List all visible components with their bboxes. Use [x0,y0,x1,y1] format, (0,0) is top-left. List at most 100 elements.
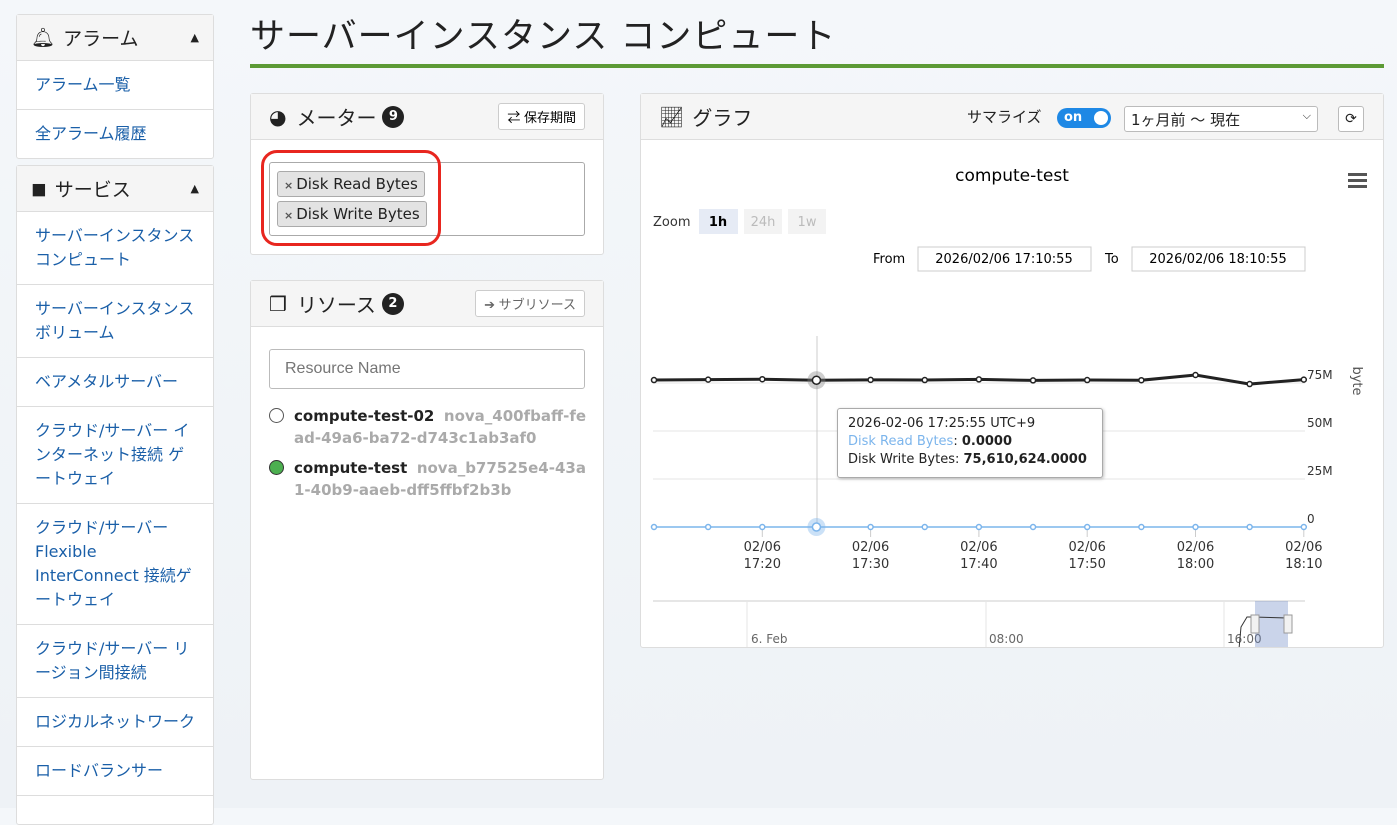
svg-text:24h: 24h [751,215,776,230]
data-point [975,376,983,383]
from-label: From [873,252,905,267]
arrow-right-icon: ➔ [484,297,499,312]
radio-button[interactable] [269,408,284,423]
data-point [867,523,874,531]
data-point [1300,376,1308,383]
nav-label: 08:00 [989,632,1024,646]
meter-panel: ◕ メーター 9 ⇄ 保存期間 × Disk Read Bytes × Disk Wri… [250,93,604,255]
y-tick-label: 75M [1307,368,1333,382]
sub-resource-button[interactable]: ➔ サブリソース [475,290,585,317]
chart-tooltip: 2026-02-06 17:25:55 UTC+9 Disk Read Byte… [837,408,1103,478]
y-tick-label: 50M [1307,416,1333,430]
x-tick-label: 17:50 [1068,557,1105,572]
svg-text:2026/02/06 18:10:55: 2026/02/06 18:10:55 [1149,252,1286,267]
data-point [1083,376,1091,384]
data-point [650,376,658,384]
resource-name-input[interactable] [269,349,585,389]
radio-button-selected[interactable] [269,460,284,475]
data-point [1246,523,1253,531]
sidebar-alarm-header[interactable]: 🔔︎ アラーム ▲ [17,15,213,61]
exchange-icon: ⇄ [507,110,524,125]
menu-icon[interactable] [1348,173,1367,188]
svg-text:1w: 1w [798,215,817,230]
x-tick-label: 02/06 [1285,540,1322,555]
retention-period-button[interactable]: ⇄ 保存期間 [498,103,585,130]
x-tick-label: 02/06 [1068,540,1105,555]
nav-label: 6. Feb [751,632,788,646]
to-label: To [1104,252,1119,267]
y-tick-label: 0 [1307,512,1315,526]
chevron-down-icon: ⌵ [1302,109,1311,122]
sidebar-item-fic-gateway[interactable]: クラウド/サーバー Flexible InterConnect 接続ゲートウェイ [17,504,213,625]
navigator-handle-right[interactable] [1283,614,1293,634]
x-tick-label: 02/06 [744,540,781,555]
sidebar-item-alarm-history[interactable]: 全アラーム履歴 [17,110,213,158]
sidebar-item-baremetal[interactable]: ベアメタルサーバー [17,358,213,407]
page-title: サーバーインスタンス コンピュート [250,17,837,57]
sidebar-item-volume[interactable]: サーバーインスタンス ボリューム [17,285,213,358]
chart: compute-test Zoom 1h 24h 1w From 2026/02… [650,166,1367,647]
sidebar-alarm: 🔔︎ アラーム ▲ アラーム一覧 全アラーム履歴 [16,14,214,159]
data-point [1029,377,1037,384]
line-chart-icon: 📈︎ [659,104,685,129]
data-point [1138,376,1145,384]
x-tick-label: 17:30 [852,557,889,572]
data-point [1246,380,1253,388]
navigator-handle-left[interactable] [1250,614,1260,634]
y-axis-label: byte [1349,366,1364,395]
data-point [704,523,712,531]
sidebar-item-inter-region[interactable]: クラウド/サーバー リージョン間接続 [17,625,213,698]
resource-item[interactable]: compute-test nova_b77525e4-43a1-40b9-aae… [269,457,587,501]
toggle-knob [1094,111,1108,125]
sidebar-item-load-balancer[interactable]: ロードバランサー [17,747,213,796]
chart-title: compute-test [955,166,1069,186]
resource-count-badge: 2 [381,292,404,315]
data-point [759,375,766,383]
sidebar-item-alarm-list[interactable]: アラーム一覧 [17,61,213,110]
data-point [867,376,874,384]
navigator-selection[interactable] [1255,601,1288,647]
highlight-annotation [261,150,441,246]
period-select[interactable]: 1ヶ月前 〜 現在 ⌵ [1124,106,1318,132]
summarize-toggle[interactable]: on [1057,108,1111,128]
meter-count-badge: 9 [382,105,405,128]
svg-text:2026/02/06 17:10:55: 2026/02/06 17:10:55 [935,252,1072,267]
x-tick-label: 02/06 [1177,540,1214,555]
data-point [1083,523,1091,531]
data-point [1192,523,1199,531]
data-point [811,375,822,385]
data-point [1300,523,1308,531]
sidebar-item-internet-gateway[interactable]: クラウド/サーバー インターネット接続 ゲートウェイ [17,407,213,504]
sidebar-service: ◼ サービス ▲ サーバーインスタンス コンピュート サーバーインスタンス ボリュー… [16,165,214,825]
data-point [811,522,822,532]
resource-item[interactable]: compute-test-02 nova_400fbaff-fead-49a6-… [269,405,587,449]
sidebar-service-header[interactable]: ◼ サービス ▲ [17,166,213,212]
cube-icon: ◼ [31,177,47,200]
data-point [650,523,658,531]
svg-text:1h: 1h [709,215,727,230]
data-point [975,523,983,531]
navigator[interactable]: 6. Feb 08:00 16:00 [653,600,1305,647]
zoom-label: Zoom [653,215,690,230]
data-point [921,376,928,384]
data-point [1192,371,1199,379]
caret-up-icon: ▲ [190,182,199,195]
data-point [921,523,928,531]
x-tick-label: 18:00 [1177,557,1214,572]
x-tick-label: 17:20 [744,557,781,572]
title-divider [250,64,1384,68]
x-tick-label: 18:10 [1285,557,1322,572]
caret-up-icon: ▲ [190,31,199,44]
data-point [1138,523,1145,531]
data-point [1029,523,1037,531]
refresh-button[interactable]: ⟳ [1338,106,1364,132]
sidebar-item-logical-network[interactable]: ロジカルネットワーク [17,698,213,747]
graph-panel: 📈︎ グラフ サマライズ on 1ヶ月前 〜 現在 ⌵ ⟳ compute-test… [640,93,1384,648]
dashboard-icon: ◕ [269,104,287,129]
sidebar-item-compute[interactable]: サーバーインスタンス コンピュート [17,212,213,285]
bell-icon: 🔔︎ [31,27,56,49]
x-tick-label: 02/06 [852,540,889,555]
x-tick-label: 17:40 [960,557,997,572]
data-point [704,376,712,383]
cubes-icon: ❒ [269,291,287,316]
